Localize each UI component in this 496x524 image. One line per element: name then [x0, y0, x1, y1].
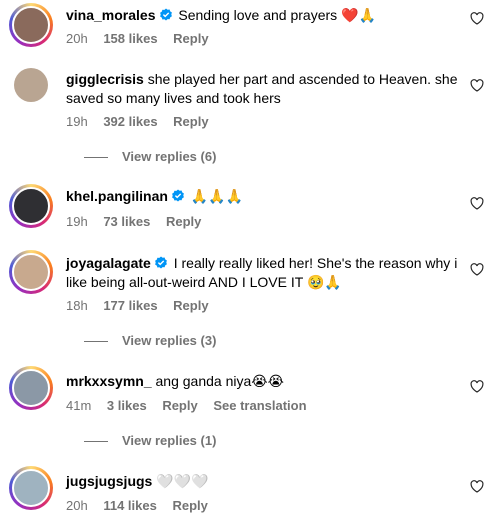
avatar[interactable]	[12, 253, 50, 291]
reply-button[interactable]: Reply	[162, 398, 197, 413]
reply-button[interactable]: Reply	[173, 31, 208, 46]
comment-emoji: ❤️🙏	[341, 8, 376, 24]
comment-meta: 19h 392 likes Reply	[66, 114, 221, 129]
comment-body: vina_morales Sending love and prayers ❤️…	[66, 6, 461, 26]
avatar[interactable]	[12, 6, 50, 44]
divider-line	[84, 157, 108, 159]
view-replies-button[interactable]: View replies (3)	[84, 333, 216, 348]
comment-body: joyagalagate I really really liked her! …	[66, 254, 466, 293]
username[interactable]: gigglecrisis	[66, 71, 144, 87]
username[interactable]: mrkxxsymn_	[66, 373, 152, 389]
avatar-story-ring[interactable]	[9, 184, 53, 228]
reply-button[interactable]: Reply	[173, 114, 208, 129]
divider-line	[84, 441, 108, 443]
avatar[interactable]	[12, 187, 50, 225]
comment-text: ang ganda niya	[155, 373, 252, 389]
comment-meta: 20h 158 likes Reply	[66, 31, 221, 46]
heart-outline-icon[interactable]	[470, 12, 484, 25]
username[interactable]: vina_morales	[66, 7, 156, 23]
avatar-story-ring[interactable]	[9, 366, 53, 410]
avatar[interactable]	[12, 469, 50, 507]
avatar-story-ring[interactable]	[9, 250, 53, 294]
verified-badge-icon	[159, 8, 172, 21]
username[interactable]: khel.pangilinan	[66, 188, 168, 204]
view-replies-label[interactable]: View replies (1)	[122, 433, 216, 448]
see-translation-button[interactable]: See translation	[213, 398, 306, 413]
reply-button[interactable]: Reply	[172, 498, 207, 513]
comment-meta: 19h 73 likes Reply	[66, 214, 213, 229]
comment-emoji: 🥹🙏	[306, 275, 342, 291]
verified-badge-icon	[154, 256, 167, 269]
likes-count[interactable]: 158 likes	[103, 31, 157, 46]
heart-outline-icon[interactable]	[470, 263, 484, 276]
avatar[interactable]	[14, 68, 48, 102]
avatar-story-ring[interactable]	[9, 3, 53, 47]
reply-button[interactable]: Reply	[173, 298, 208, 313]
comment-body: khel.pangilinan 🙏🙏🙏	[66, 187, 461, 207]
likes-count[interactable]: 177 likes	[103, 298, 157, 313]
likes-count[interactable]: 3 likes	[107, 398, 147, 413]
likes-count[interactable]: 73 likes	[103, 214, 150, 229]
comment-body: jugsjugsjugs 🤍🤍🤍	[66, 472, 461, 492]
comment-emoji: 🤍🤍🤍	[156, 474, 209, 490]
timestamp[interactable]: 19h	[66, 114, 88, 129]
comment-emoji: 🙏🙏🙏	[190, 189, 244, 205]
view-replies-label[interactable]: View replies (6)	[122, 149, 216, 164]
reply-button[interactable]: Reply	[166, 214, 201, 229]
timestamp[interactable]: 20h	[66, 498, 88, 513]
likes-count[interactable]: 392 likes	[103, 114, 157, 129]
timestamp[interactable]: 41m	[66, 398, 91, 413]
timestamp[interactable]: 18h	[66, 298, 88, 313]
verified-badge-icon	[172, 189, 184, 202]
view-replies-button[interactable]: View replies (1)	[84, 433, 216, 448]
comment-body: gigglecrisis she played her part and asc…	[66, 70, 461, 108]
heart-outline-icon[interactable]	[470, 480, 484, 493]
avatar-story-ring[interactable]	[9, 466, 53, 510]
timestamp[interactable]: 20h	[66, 31, 88, 46]
heart-outline-icon[interactable]	[470, 197, 484, 210]
comment-meta: 20h 114 likes Reply	[66, 498, 220, 513]
timestamp[interactable]: 19h	[66, 214, 88, 229]
avatar[interactable]	[12, 369, 50, 407]
comment-emoji: 😭😭	[251, 374, 284, 390]
likes-count[interactable]: 114 likes	[103, 498, 157, 513]
view-replies-button[interactable]: View replies (6)	[84, 149, 216, 164]
view-replies-label[interactable]: View replies (3)	[122, 333, 216, 348]
heart-outline-icon[interactable]	[470, 79, 484, 92]
heart-outline-icon[interactable]	[470, 380, 484, 393]
comment-meta: 41m 3 likes Reply See translation	[66, 398, 319, 413]
comment-text: Sending love and prayers	[178, 7, 338, 23]
username[interactable]: jugsjugsjugs	[66, 473, 152, 489]
comment-body: mrkxxsymn_ ang ganda niya😭😭	[66, 372, 461, 392]
divider-line	[84, 341, 108, 343]
comment-meta: 18h 177 likes Reply	[66, 298, 221, 313]
username[interactable]: joyagalagate	[66, 255, 151, 271]
